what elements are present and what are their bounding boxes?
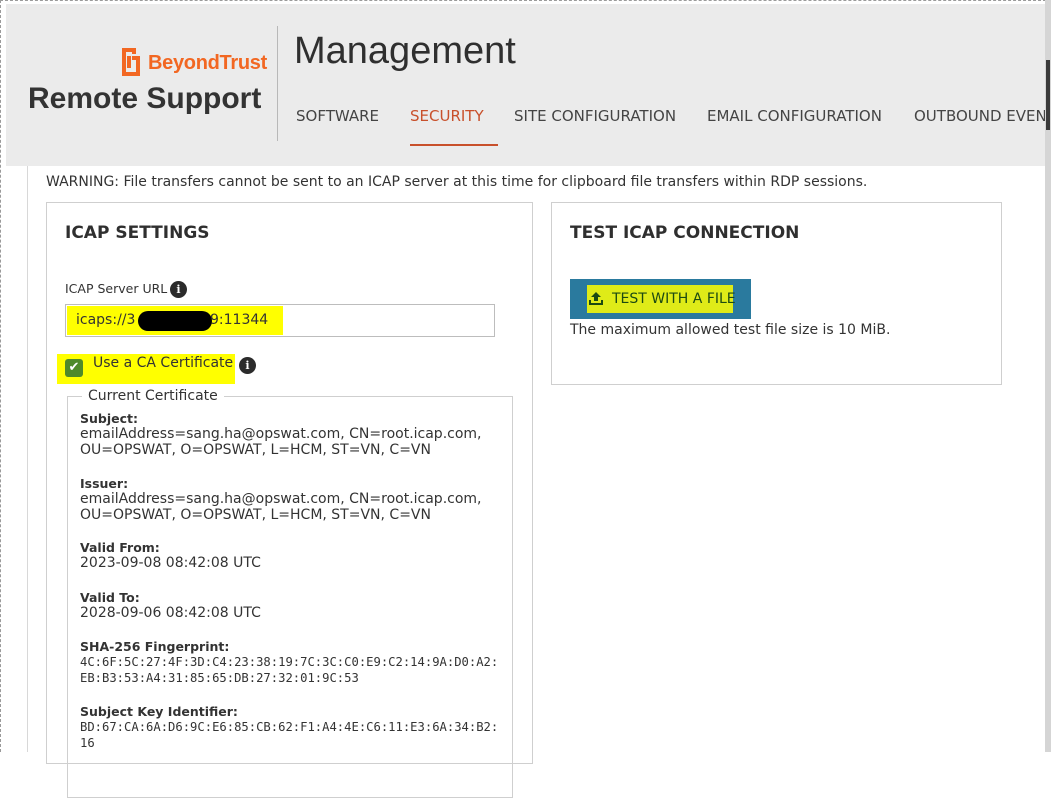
cert-subject-label: Subject:: [80, 411, 138, 426]
icap-server-url-label: ICAP Server URL: [65, 281, 168, 296]
cert-issuer-value: emailAddress=sang.ha@opswat.com, CN=root…: [80, 491, 482, 523]
test-file-size-note: The maximum allowed test file size is 10…: [570, 322, 891, 338]
header-divider: [277, 26, 278, 141]
cert-sha256: SHA-256 Fingerprint: 4C:6F:5C:27:4F:3D:C…: [80, 639, 500, 686]
cert-valid-from: Valid From: 2023-09-08 08:42:08 UTC: [80, 540, 500, 571]
cert-sha256-label: SHA-256 Fingerprint:: [80, 639, 230, 654]
product-name: Remote Support: [28, 82, 262, 115]
use-ca-certificate-label[interactable]: Use a CA Certificate: [93, 355, 233, 371]
beyondtrust-logo-icon: [122, 48, 140, 76]
rdp-warning: WARNING: File transfers cannot be sent t…: [46, 174, 868, 190]
icap-server-url-input[interactable]: icaps://3 9:11344: [65, 304, 495, 337]
info-icon[interactable]: i: [239, 357, 256, 374]
page-title: Management: [294, 30, 516, 72]
use-ca-certificate-checkbox[interactable]: ✔: [65, 359, 83, 377]
content-area: WARNING: File transfers cannot be sent t…: [27, 166, 1046, 798]
cert-valid-from-label: Valid From:: [80, 540, 160, 555]
icap-settings-title: ICAP SETTINGS: [65, 223, 210, 243]
window-frame-top: [0, 0, 1051, 1]
cert-issuer-label: Issuer:: [80, 476, 129, 491]
tab-outbound-events[interactable]: OUTBOUND EVEN: [914, 96, 1045, 144]
tab-email-configuration[interactable]: EMAIL CONFIGURATION: [707, 96, 882, 144]
current-certificate-fieldset: Current Certificate Subject: emailAddres…: [67, 388, 513, 798]
info-icon[interactable]: i: [170, 281, 187, 298]
tab-security[interactable]: SECURITY: [410, 96, 498, 146]
company-name: BeyondTrust: [148, 52, 267, 74]
test-with-file-label: TEST WITH A FILE: [612, 291, 736, 307]
icap-settings-panel: ICAP SETTINGS ICAP Server URL i icaps://…: [46, 202, 533, 798]
test-icap-panel: TEST ICAP CONNECTION TEST WITH A FILE Th…: [551, 202, 1002, 385]
current-certificate-legend: Current Certificate: [82, 388, 224, 404]
url-text-end: 9:11344: [210, 312, 269, 328]
cert-ski-label: Subject Key Identifier:: [80, 704, 238, 719]
scrollbar[interactable]: [1045, 0, 1051, 752]
cert-valid-to-value: 2028-09-06 08:42:08 UTC: [80, 605, 261, 621]
redaction-mark: [138, 311, 212, 331]
logo[interactable]: BeyondTrust Remote Support: [6, 4, 276, 166]
tab-software[interactable]: SOFTWARE: [296, 96, 379, 144]
cert-subject-key-identifier: Subject Key Identifier: BD:67:CA:6A:D6:9…: [80, 704, 500, 751]
cert-valid-to: Valid To: 2028-09-06 08:42:08 UTC: [80, 590, 500, 621]
upload-icon: [589, 292, 603, 305]
test-icap-title: TEST ICAP CONNECTION: [570, 223, 800, 243]
url-text-start: icaps://3: [76, 312, 136, 328]
cert-valid-from-value: 2023-09-08 08:42:08 UTC: [80, 555, 261, 571]
cert-valid-to-label: Valid To:: [80, 590, 140, 605]
app-header: BeyondTrust Remote Support Management SO…: [6, 4, 1045, 166]
cert-subject: Subject: emailAddress=sang.ha@opswat.com…: [80, 411, 500, 458]
tab-site-configuration[interactable]: SITE CONFIGURATION: [514, 96, 676, 144]
main-content: WARNING: File transfers cannot be sent t…: [26, 166, 1046, 798]
cert-sha256-value: 4C:6F:5C:27:4F:3D:C4:23:38:19:7C:3C:C0:E…: [80, 655, 499, 685]
cert-issuer: Issuer: emailAddress=sang.ha@opswat.com,…: [80, 476, 500, 523]
cert-subject-value: emailAddress=sang.ha@opswat.com, CN=root…: [80, 426, 482, 458]
window-frame-left: [0, 0, 1, 752]
scrollbar-thumb[interactable]: [1046, 60, 1050, 130]
cert-ski-value: BD:67:CA:6A:D6:9C:E6:85:CB:62:F1:A4:4E:C…: [80, 720, 499, 750]
test-with-file-button[interactable]: TEST WITH A FILE: [570, 279, 751, 319]
